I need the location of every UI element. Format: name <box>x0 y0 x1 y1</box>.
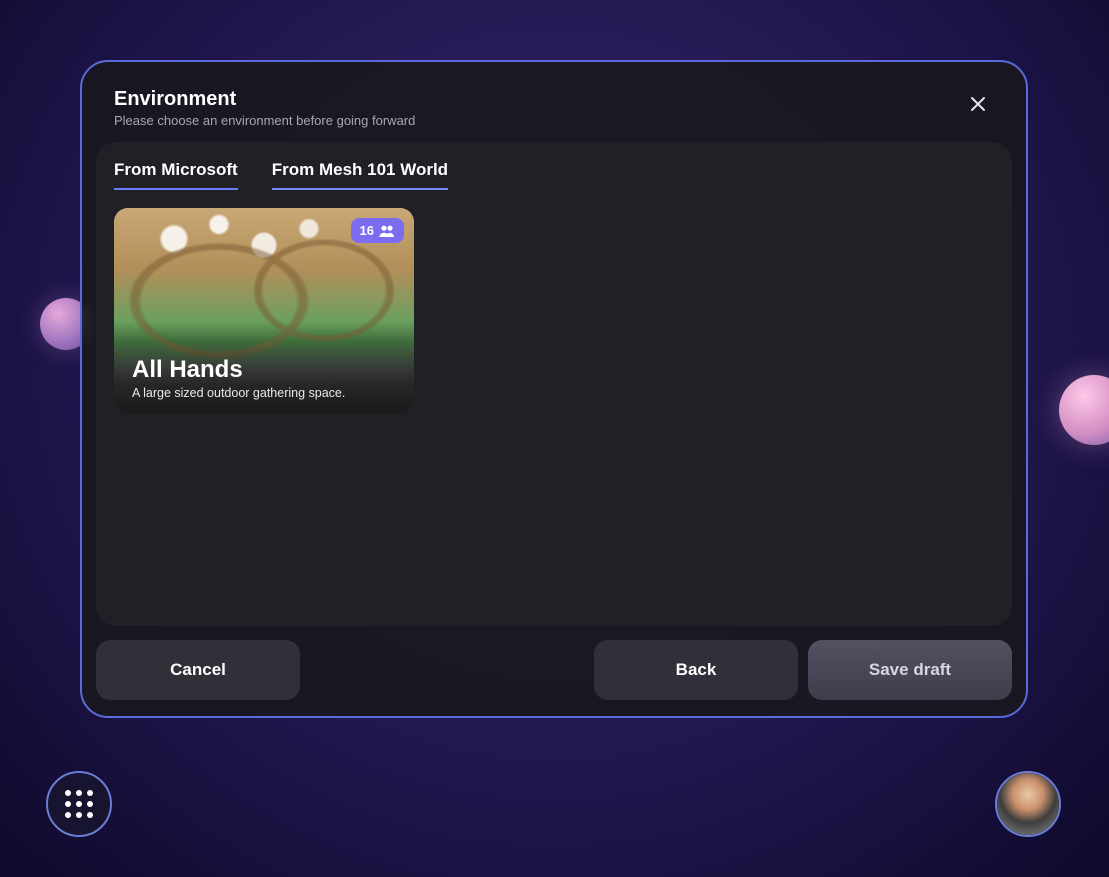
tab-from-mesh-101-world[interactable]: From Mesh 101 World <box>272 160 448 190</box>
avatar-button[interactable] <box>995 771 1061 837</box>
app-menu-button[interactable] <box>46 771 112 837</box>
card-description: A large sized outdoor gathering space. <box>132 386 396 400</box>
avatar-image <box>997 773 1059 835</box>
back-button[interactable]: Back <box>594 640 798 700</box>
capacity-badge: 16 <box>351 218 404 243</box>
dialog-footer: Cancel Back Save draft <box>82 626 1026 716</box>
tabs: From Microsoft From Mesh 101 World <box>114 160 994 190</box>
environment-cards: 16 All Hands A large sized outdoor gathe… <box>114 208 994 414</box>
dialog-title: Environment <box>114 88 415 111</box>
people-icon <box>379 225 395 237</box>
card-title: All Hands <box>132 356 396 384</box>
cancel-button[interactable]: Cancel <box>96 640 300 700</box>
close-icon <box>970 96 986 112</box>
content-panel: From Microsoft From Mesh 101 World 16 Al… <box>96 142 1012 626</box>
tab-from-microsoft[interactable]: From Microsoft <box>114 160 238 190</box>
dialog-header: Environment Please choose an environment… <box>82 62 1026 142</box>
environment-card-all-hands[interactable]: 16 All Hands A large sized outdoor gathe… <box>114 208 414 414</box>
card-overlay: All Hands A large sized outdoor gatherin… <box>114 342 414 414</box>
environment-dialog: Environment Please choose an environment… <box>80 60 1028 718</box>
capacity-count: 16 <box>360 223 374 238</box>
close-button[interactable] <box>962 88 994 120</box>
save-draft-button[interactable]: Save draft <box>808 640 1012 700</box>
dialog-heading-group: Environment Please choose an environment… <box>114 88 415 128</box>
footer-right-group: Back Save draft <box>594 640 1012 700</box>
grid-icon <box>65 790 93 818</box>
dialog-subtitle: Please choose an environment before goin… <box>114 113 415 128</box>
decorative-orb-right <box>1059 375 1109 445</box>
